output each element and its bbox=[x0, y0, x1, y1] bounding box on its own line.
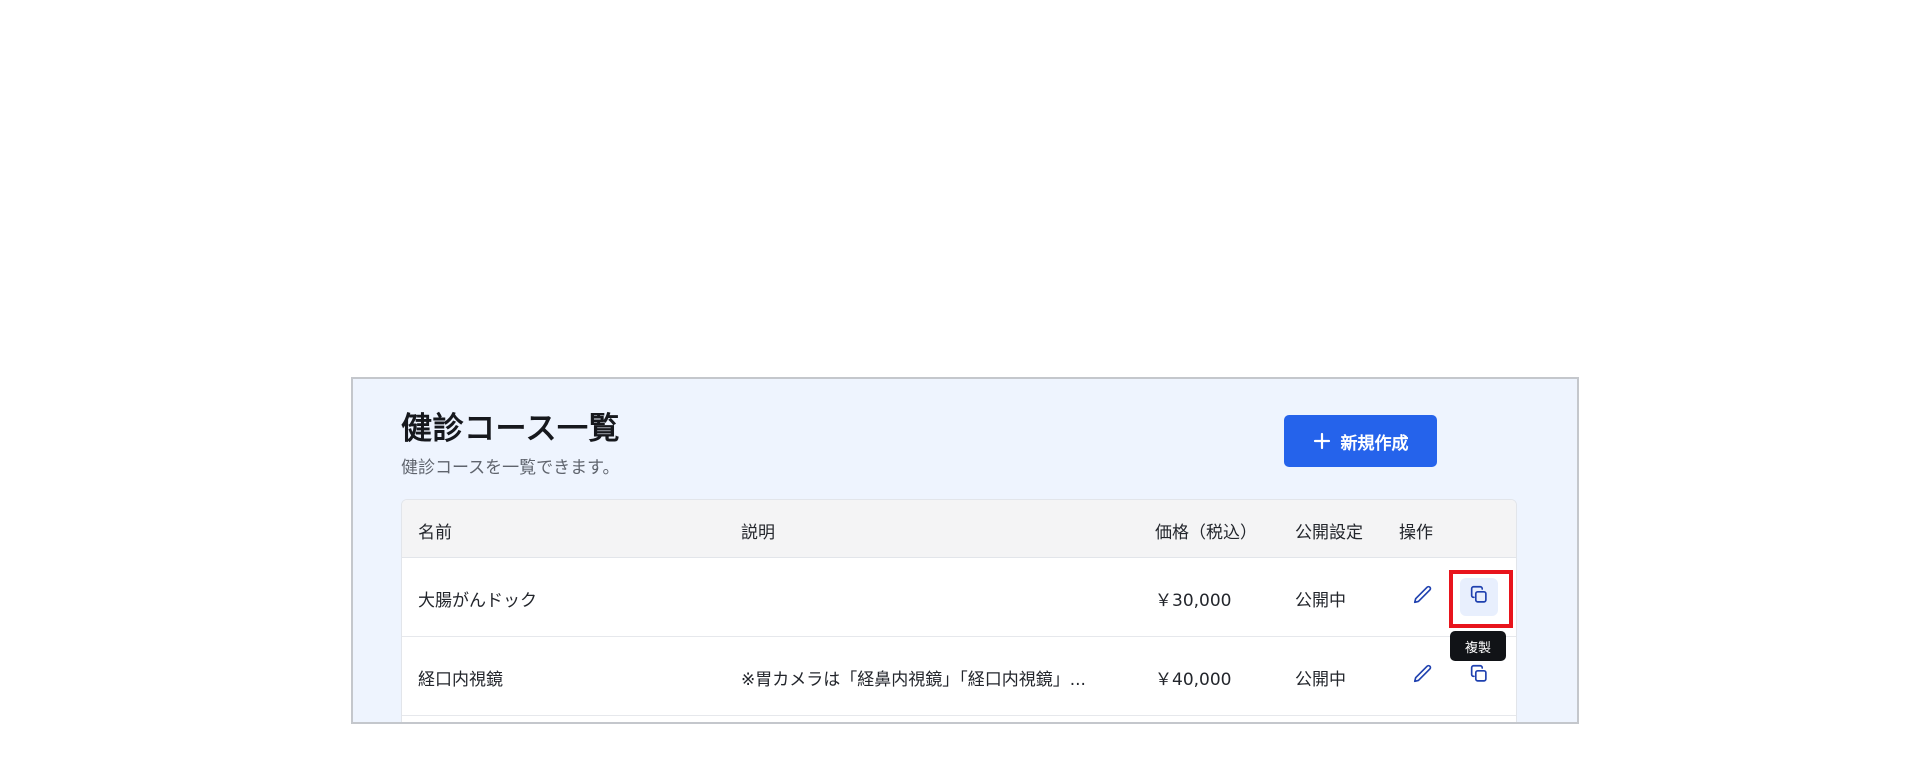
course-price-cell: ￥40,000 bbox=[1155, 670, 1232, 690]
pencil-icon bbox=[1412, 584, 1434, 610]
copy-icon bbox=[1468, 584, 1490, 610]
column-header-actions: 操作 bbox=[1399, 523, 1433, 543]
course-description-cell: ※胃カメラは「経鼻内視鏡」「経口内視鏡」... bbox=[741, 670, 1086, 690]
duplicate-button[interactable] bbox=[1460, 657, 1498, 695]
table-row: 経口内視鏡 ※胃カメラは「経鼻内視鏡」「経口内視鏡」... ￥40,000 公開… bbox=[402, 637, 1516, 716]
new-course-button[interactable]: 新規作成 bbox=[1284, 415, 1437, 467]
course-status-cell: 公開中 bbox=[1295, 591, 1346, 611]
course-table: 名前 説明 価格（税込） 公開設定 操作 大腸がんドック ￥30,000 公開中 bbox=[401, 499, 1517, 722]
table-header: 名前 説明 価格（税込） 公開設定 操作 bbox=[402, 500, 1516, 558]
column-header-status: 公開設定 bbox=[1295, 523, 1363, 543]
page-subtitle: 健診コースを一覧できます。 bbox=[401, 458, 620, 478]
table-row bbox=[402, 716, 1516, 722]
course-price-cell: ￥30,000 bbox=[1155, 591, 1232, 611]
column-header-price: 価格（税込） bbox=[1155, 523, 1257, 543]
edit-button[interactable] bbox=[1404, 657, 1442, 695]
duplicate-tooltip: 複製 bbox=[1450, 631, 1506, 661]
course-name-cell: 経口内視鏡 bbox=[418, 670, 503, 690]
copy-icon bbox=[1468, 663, 1490, 689]
course-list-panel: 健診コース一覧 健診コースを一覧できます。 新規作成 名前 説明 価格（税込） … bbox=[351, 377, 1579, 724]
table-row: 大腸がんドック ￥30,000 公開中 bbox=[402, 558, 1516, 637]
column-header-name: 名前 bbox=[418, 523, 452, 543]
duplicate-button[interactable] bbox=[1460, 578, 1498, 616]
edit-button[interactable] bbox=[1404, 578, 1442, 616]
page-title: 健診コース一覧 bbox=[401, 411, 620, 447]
course-status-cell: 公開中 bbox=[1295, 670, 1346, 690]
pencil-icon bbox=[1412, 663, 1434, 689]
plus-icon bbox=[1313, 432, 1331, 450]
new-course-button-label: 新規作成 bbox=[1340, 433, 1409, 454]
course-name-cell: 大腸がんドック bbox=[418, 591, 537, 611]
column-header-description: 説明 bbox=[741, 523, 775, 543]
